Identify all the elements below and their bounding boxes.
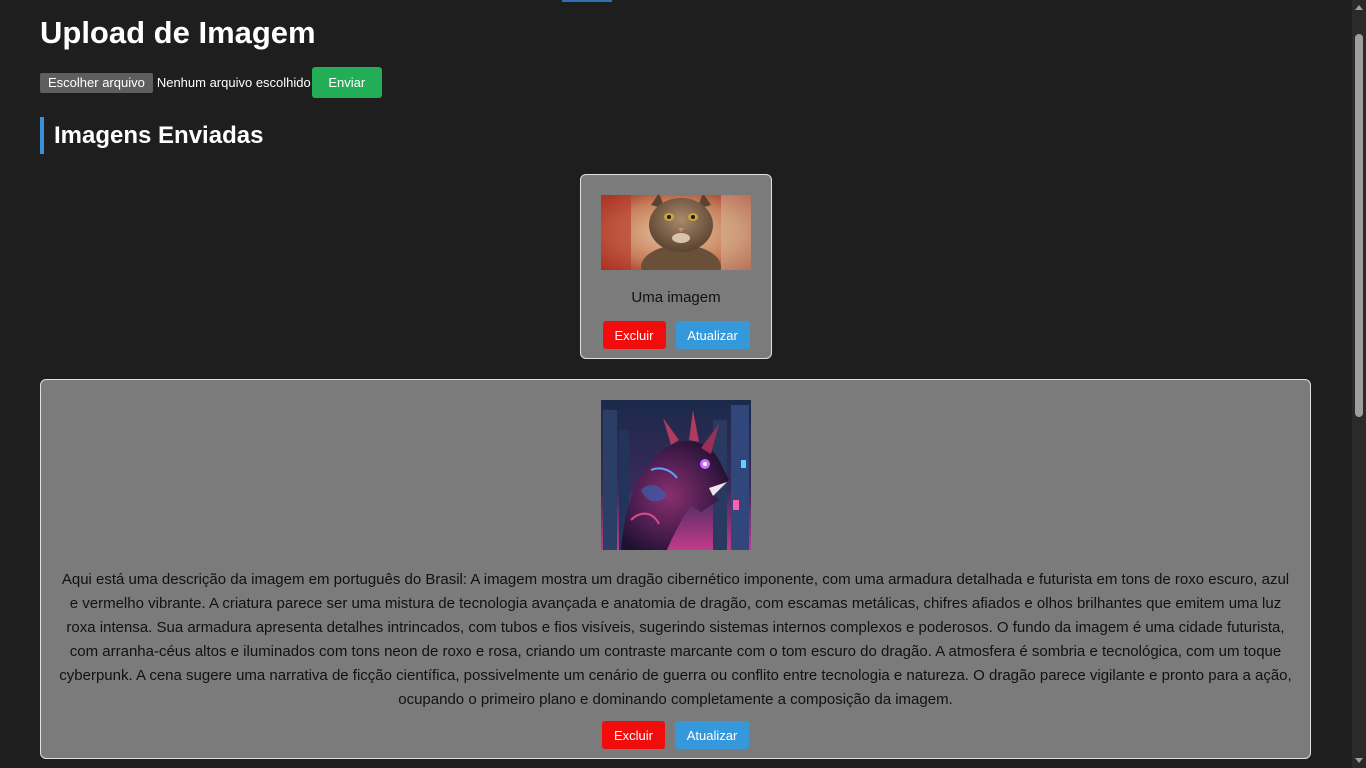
delete-button[interactable]: Excluir [602,721,665,749]
file-status-text: Nenhum arquivo escolhido [156,75,311,90]
submit-button[interactable]: Enviar [311,67,382,98]
dragon-image [601,400,751,550]
delete-button[interactable]: Excluir [602,321,666,349]
page: Upload de Imagem Escolher arquivo Nenhum… [0,0,1352,768]
page-title: Upload de Imagem [40,15,316,50]
top-focus-tab [562,0,612,2]
upload-form: Escolher arquivo Nenhum arquivo escolhid… [40,67,382,98]
cat-image [601,195,751,270]
vertical-scrollbar[interactable] [1352,0,1366,768]
scroll-down-icon[interactable] [1355,758,1363,763]
image-card: Aqui está uma descrição da imagem em por… [40,379,1311,759]
card-actions: Excluir Atualizar [581,321,771,349]
update-button[interactable]: Atualizar [675,721,749,749]
scrollbar-thumb[interactable] [1355,34,1363,417]
image-card: Uma imagem Excluir Atualizar [580,174,772,359]
image-caption: Uma imagem [631,289,721,306]
uploaded-images-heading: Imagens Enviadas [40,117,263,154]
scroll-up-icon[interactable] [1355,5,1363,10]
update-button[interactable]: Atualizar [675,321,750,349]
card-actions: Excluir Atualizar [41,721,1310,749]
choose-file-button[interactable]: Escolher arquivo [40,72,153,93]
image-description: Aqui está uma descrição da imagem em por… [59,571,1292,708]
